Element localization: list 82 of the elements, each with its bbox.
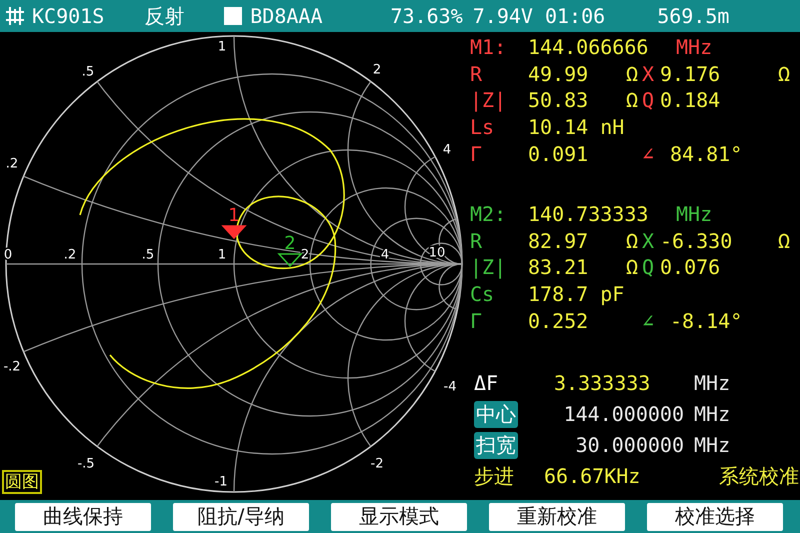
parameter-label: ∠ <box>642 142 654 166</box>
parameter-label: R <box>470 228 482 253</box>
parameter-value: 10.14 nH <box>528 115 624 140</box>
parameter-value: -6.330 <box>660 228 732 253</box>
axis-label: -.2 <box>3 360 21 375</box>
unit-label: Ω <box>626 255 638 280</box>
axis-label: -.5 <box>77 456 95 472</box>
square-icon <box>224 7 242 25</box>
parameter-value: 84.81° <box>670 142 742 166</box>
parameter-label: Cs <box>470 282 494 306</box>
axis-label: .2 <box>64 248 76 263</box>
parameter-label: Γ <box>470 308 482 333</box>
parameter-label: Q <box>642 88 654 112</box>
marker-frequency: 144.066666 <box>528 35 648 60</box>
softkey-button[interactable]: 显示模式 <box>331 502 467 530</box>
calibration-label: 系统校准 <box>719 462 799 490</box>
unit-label: Ω <box>626 62 638 86</box>
parameter-label: ∠ <box>642 308 654 333</box>
axis-label: -2 <box>370 456 384 472</box>
marker-title: M1: <box>470 35 506 60</box>
logo-icon <box>4 5 26 27</box>
device-model: KC901S <box>32 4 104 28</box>
unit-label: Ω <box>778 62 790 86</box>
parameter-label: Γ <box>470 142 482 166</box>
parameter-value: 0.091 <box>528 142 588 166</box>
parameter-label: |Z| <box>470 88 506 112</box>
setting-value: 30.000000 <box>576 433 684 458</box>
marker-number: 2 <box>284 232 296 254</box>
axis-label: .2 <box>6 156 18 172</box>
axis-label: 1 <box>218 40 226 55</box>
setting-label[interactable]: 中心 <box>474 400 518 428</box>
parameter-label: Q <box>642 255 654 280</box>
parameter-value: 0.076 <box>660 255 720 280</box>
parameter-value: 0.252 <box>528 308 588 333</box>
axis-label: -1 <box>214 474 228 490</box>
view-label: 圆图 <box>2 470 42 494</box>
parameter-label: X <box>642 228 654 253</box>
parameter-label: |Z| <box>470 255 506 280</box>
callsign: BD8AAA <box>250 4 322 28</box>
setting-label: ΔF <box>474 371 498 396</box>
unit-label: MHz <box>694 402 730 426</box>
setting-value: 144.000000 <box>564 402 684 426</box>
marker-title: M2: <box>470 202 506 226</box>
readout-value: 569.5m <box>657 4 730 28</box>
parameter-value: 82.97 <box>528 228 588 253</box>
parameter-value: -8.14° <box>670 308 742 333</box>
marker-number: 1 <box>228 204 240 226</box>
unit-label: MHz <box>694 433 730 458</box>
axis-label: 1 <box>218 248 226 263</box>
axis-label: .5 <box>82 64 94 80</box>
battery-voltage: 7.94V <box>472 4 533 28</box>
unit-label: Ω <box>778 228 790 253</box>
setting-value: 3.333333 <box>554 371 650 396</box>
softkey-button[interactable]: 重新校准 <box>489 502 625 530</box>
parameter-value: 50.83 <box>528 88 588 112</box>
parameter-value: 178.7 pF <box>528 282 624 306</box>
softkey-button[interactable]: 阻抗/导纳 <box>173 502 309 530</box>
parameter-label: X <box>642 62 654 86</box>
parameter-value: 0.184 <box>660 88 720 112</box>
axis-label: 4 <box>442 142 452 158</box>
parameter-value: 49.99 <box>528 62 588 86</box>
softkey-button[interactable]: 校准选择 <box>647 502 783 530</box>
unit-label: Ω <box>626 88 638 112</box>
axis-label: -4 <box>444 380 456 395</box>
softkey-button[interactable]: 曲线保持 <box>15 502 151 530</box>
parameter-value: 83.21 <box>528 255 588 280</box>
parameter-label: Ls <box>470 115 494 140</box>
frequency-unit: MHz <box>676 202 712 226</box>
mode-label: 反射 <box>144 2 184 30</box>
unit-label: MHz <box>694 371 730 396</box>
clock-time: 01:06 <box>544 4 606 28</box>
setting-value: 66.67KHz <box>544 464 640 488</box>
marker-frequency: 140.733333 <box>528 202 648 226</box>
parameter-value: 9.176 <box>660 62 720 86</box>
parameter-label: R <box>470 62 482 86</box>
setting-label: 步进 <box>474 462 514 490</box>
unit-label: Ω <box>626 228 638 253</box>
axis-label: 2 <box>372 62 382 78</box>
axis-label: .5 <box>142 248 154 263</box>
battery-percent: 73.63% <box>390 4 463 28</box>
setting-label[interactable]: 扫宽 <box>474 432 518 459</box>
frequency-unit: MHz <box>676 35 712 60</box>
